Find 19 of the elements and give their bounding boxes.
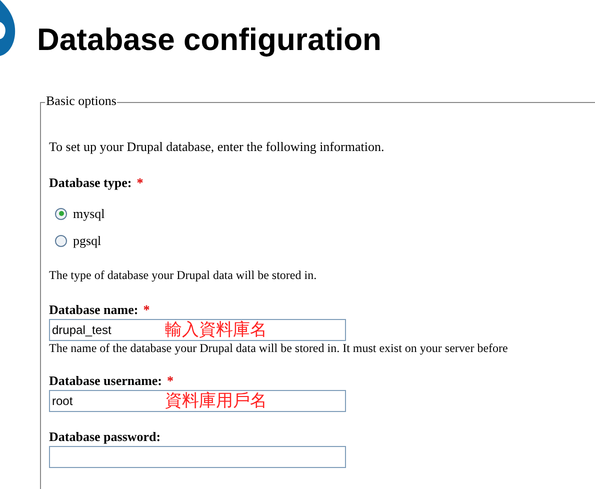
radio-button[interactable] <box>55 234 67 246</box>
text-field[interactable] <box>49 446 346 468</box>
field-label: Database username: <box>49 373 162 388</box>
intro-text: To set up your Drupal database, enter the following information. <box>49 139 386 154</box>
fieldset-legend: Basic options <box>45 94 118 107</box>
required-mark: * <box>167 373 174 388</box>
field-label: Database type: <box>49 175 132 190</box>
field-label: Database password: <box>49 429 161 444</box>
required-mark: * <box>143 302 150 317</box>
required-mark: * <box>136 175 144 190</box>
field-description: The type of database your Drupal data will be stored in. <box>49 268 318 283</box>
page-title: Database configuration <box>37 24 382 55</box>
field-label: Database name: <box>49 302 138 317</box>
radio-button[interactable] <box>55 208 67 220</box>
field-description: The name of the database your Drupal data will be stored in. It must exist on your server before <box>49 341 509 356</box>
annotation-text: 輸入資料庫名 <box>165 320 267 340</box>
radio-label: pgsql <box>73 232 102 250</box>
radio-label: mysql <box>73 204 105 223</box>
annotation-text: 資料庫用戶名 <box>165 391 267 411</box>
